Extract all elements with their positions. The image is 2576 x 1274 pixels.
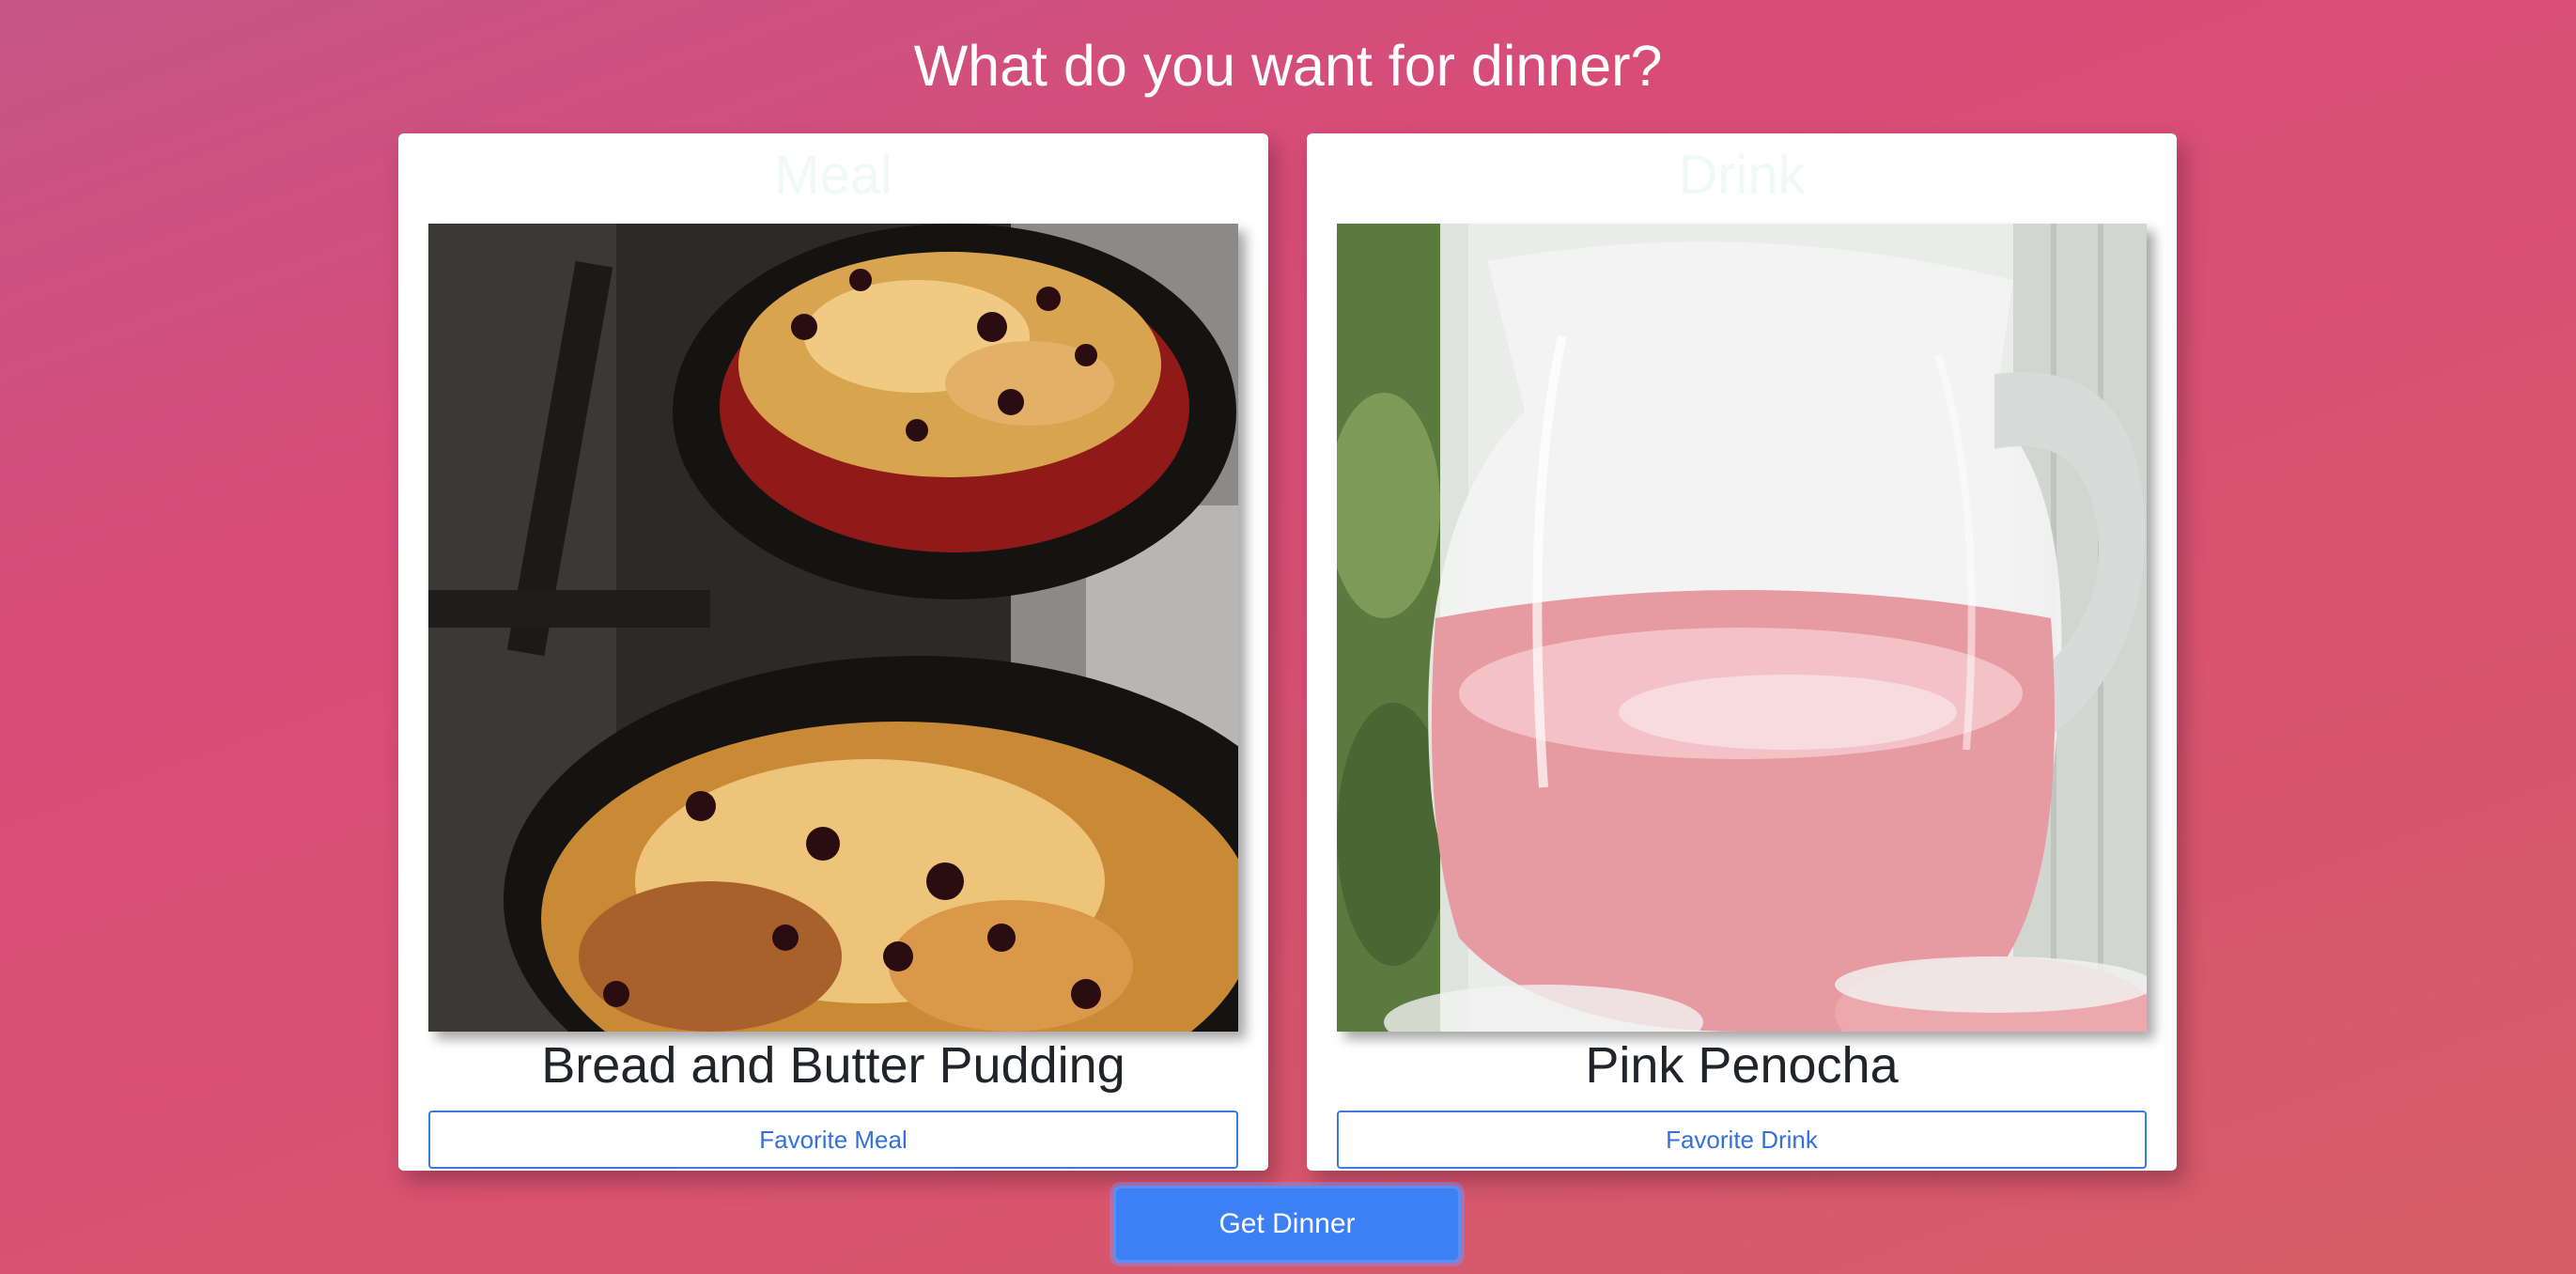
meal-image <box>428 224 1238 1032</box>
drink-card: Drink Pink Penocha Favorite Drink <box>1307 133 2177 1171</box>
bread-pudding-photo-icon <box>428 224 1238 1032</box>
drink-name: Pink Penocha <box>1585 1037 1899 1094</box>
drink-card-header: Drink <box>1678 145 1806 206</box>
favorite-meal-button[interactable]: Favorite Meal <box>428 1111 1238 1169</box>
meal-card: Meal Bread and Butter Pudding Favorite M… <box>398 133 1268 1171</box>
drink-image <box>1337 224 2147 1032</box>
meal-name: Bread and Butter Pudding <box>541 1037 1125 1094</box>
favorite-drink-button[interactable]: Favorite Drink <box>1337 1111 2147 1169</box>
pink-drink-pitcher-photo-icon <box>1337 224 2147 1032</box>
meal-card-header: Meal <box>774 145 892 206</box>
page-title: What do you want for dinner? <box>913 34 1663 98</box>
get-dinner-button[interactable]: Get Dinner <box>1113 1186 1461 1263</box>
